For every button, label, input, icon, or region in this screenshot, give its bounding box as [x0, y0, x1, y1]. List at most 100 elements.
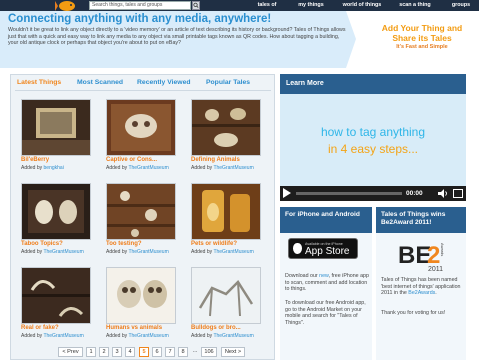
thing-card[interactable]: Pets or wildlife? Added by TheGrantMuseu… — [191, 183, 261, 261]
pagination-page-1[interactable]: 1 — [86, 347, 96, 357]
pagination-page-6[interactable]: 6 — [152, 347, 162, 357]
play-icon[interactable] — [283, 188, 291, 198]
thing-author-link[interactable]: TheGrantMuseum — [213, 249, 253, 255]
nav-world-of-things[interactable]: world of things — [340, 0, 384, 11]
page-tagline: Connecting anything with any media, anyw… — [8, 13, 272, 25]
volume-icon[interactable] — [438, 189, 448, 198]
added-by-label: Added by — [21, 333, 44, 339]
hero-banner: Connecting anything with any media, anyw… — [0, 11, 479, 68]
tab-recently-viewed[interactable]: Recently Viewed — [137, 79, 191, 86]
thing-added-by: Added by TheGrantMuseum — [191, 333, 254, 339]
thing-author-link[interactable]: TheGrantMuseum — [128, 165, 168, 171]
thing-card[interactable]: Bulldogs or bro... Added by TheGrantMuse… — [191, 267, 261, 345]
pagination-prev-button[interactable]: < Prev — [58, 347, 83, 357]
pagination-page-4[interactable]: 4 — [125, 347, 135, 357]
search-input[interactable]: Search things, tales and groups — [89, 1, 191, 10]
thing-title[interactable]: Humans vs animals — [106, 325, 162, 331]
tab-popular-tales[interactable]: Popular Tales — [206, 79, 250, 86]
thing-thumbnail[interactable] — [21, 267, 91, 324]
pagination-page-3[interactable]: 3 — [112, 347, 122, 357]
mobile-apps-header: For iPhone and Android — [280, 207, 372, 233]
thing-title[interactable]: Pets or wildlife? — [191, 241, 237, 247]
added-by-label: Added by — [21, 165, 44, 171]
award-logo-side: Awards — [440, 243, 445, 256]
pagination-ellipsis: ... — [192, 348, 198, 354]
video-player[interactable]: how to tag anything in 4 easy steps... — [280, 94, 466, 186]
search-button[interactable] — [192, 1, 200, 10]
award-title: Tales of Things wins Be2Award 2011! — [381, 211, 446, 226]
pagination-page-2[interactable]: 2 — [99, 347, 109, 357]
add-thing-subtitle: It's Fast and Simple — [396, 44, 448, 50]
be2awards-link[interactable]: Be2Awards — [408, 290, 435, 296]
new-app-link[interactable]: new — [319, 273, 328, 279]
thing-card[interactable]: Captive or Cons... Added by TheGrantMuse… — [106, 99, 176, 177]
nav-tales-of-things[interactable]: tales of things — [250, 0, 284, 19]
thing-card[interactable]: Bil'eBerry Added by bengkhai — [21, 99, 91, 177]
thing-thumbnail[interactable] — [21, 99, 91, 156]
thing-added-by: Added by TheGrantMuseum — [21, 333, 84, 339]
thing-author-link[interactable]: TheGrantMuseum — [213, 333, 253, 339]
thing-thumbnail[interactable] — [106, 267, 176, 324]
fullscreen-icon[interactable] — [453, 189, 463, 198]
tab-most-scanned[interactable]: Most Scanned — [77, 79, 123, 86]
thing-author-link[interactable]: TheGrantMuseum — [213, 165, 253, 171]
thing-title[interactable]: Defining Animals — [191, 157, 240, 163]
thing-card[interactable]: Taboo Topics? Added by TheGrantMuseum — [21, 183, 91, 261]
added-by-label: Added by — [191, 333, 214, 339]
apple-icon — [293, 243, 302, 254]
tab-divider — [15, 90, 271, 91]
app-store-label: App Store — [305, 246, 350, 257]
thing-title[interactable]: Captive or Cons... — [106, 157, 157, 163]
thing-thumbnail[interactable] — [21, 183, 91, 240]
pagination-page-7[interactable]: 7 — [165, 347, 175, 357]
nav-groups[interactable]: groups — [448, 0, 474, 11]
thing-added-by: Added by bengkhai — [21, 165, 64, 171]
thing-card[interactable]: Real or fake? Added by TheGrantMuseum — [21, 267, 91, 345]
mobile-apps-title: For iPhone and Android — [285, 211, 360, 218]
thing-added-by: Added by TheGrantMuseum — [106, 165, 169, 171]
tab-latest-things[interactable]: Latest Things — [17, 79, 61, 86]
thing-author-link[interactable]: TheGrantMuseum — [128, 333, 168, 339]
add-thing-link[interactable]: Add Your Thing and Share its Tales — [372, 23, 472, 43]
iphone-text-prefix: Download our — [285, 273, 320, 279]
thing-thumbnail[interactable] — [106, 183, 176, 240]
learn-more-title: Learn More — [286, 80, 324, 87]
thing-card[interactable]: Defining Animals Added by TheGrantMuseum — [191, 99, 261, 177]
thing-author-link[interactable]: TheGrantMuseum — [43, 333, 83, 339]
video-progress-track[interactable] — [296, 192, 402, 195]
thing-thumbnail[interactable] — [191, 267, 261, 324]
thing-author-link[interactable]: TheGrantMuseum — [43, 249, 83, 255]
thing-title[interactable]: Bulldogs or bro... — [191, 325, 241, 331]
thing-title[interactable]: Too testing? — [106, 241, 142, 247]
thing-thumbnail[interactable] — [191, 183, 261, 240]
pagination-next-button[interactable]: Next > — [221, 347, 245, 357]
be2awards-logo-icon: BE 2 Awards 2011 — [398, 242, 445, 273]
video-controls: 00:00 — [280, 186, 466, 201]
thing-author-link[interactable]: bengkhai — [44, 165, 64, 171]
video-caption-line2: in 4 easy steps... — [327, 142, 419, 156]
android-app-text: To download our free Android app, go to … — [285, 300, 366, 326]
award-description: Tales of Things has been named 'best int… — [381, 277, 463, 297]
thing-added-by: Added by TheGrantMuseum — [191, 165, 254, 171]
thing-author-link[interactable]: TheGrantMuseum — [128, 249, 168, 255]
nav-scan-a-thing[interactable]: scan a thing — [397, 0, 433, 11]
nav-my-things[interactable]: my things — [294, 0, 328, 11]
video-caption-line1: how to tag anything — [320, 125, 426, 139]
thing-thumbnail[interactable] — [106, 99, 176, 156]
thing-thumbnail[interactable] — [191, 99, 261, 156]
thing-title[interactable]: Taboo Topics? — [21, 241, 63, 247]
added-by-label: Added by — [191, 165, 214, 171]
thing-card[interactable]: Too testing? Added by TheGrantMuseum — [106, 183, 176, 261]
thing-title[interactable]: Real or fake? — [21, 325, 59, 331]
thing-added-by: Added by TheGrantMuseum — [106, 249, 169, 255]
pagination-page-8[interactable]: 8 — [178, 347, 188, 357]
thing-title[interactable]: Bil'eBerry — [21, 157, 49, 163]
learn-more-header: Learn More — [280, 74, 466, 94]
intro-text: Wouldn't it be great to link any object … — [8, 27, 346, 46]
pagination-page-current[interactable]: 5 — [139, 347, 149, 357]
added-by-label: Added by — [21, 249, 44, 255]
things-panel: Latest Things Most Scanned Recently View… — [10, 74, 275, 360]
thing-card[interactable]: Humans vs animals Added by TheGrantMuseu… — [106, 267, 176, 345]
app-store-button[interactable]: Available on the iPhone App Store — [288, 238, 358, 259]
pagination-page-last[interactable]: 106 — [201, 347, 217, 357]
